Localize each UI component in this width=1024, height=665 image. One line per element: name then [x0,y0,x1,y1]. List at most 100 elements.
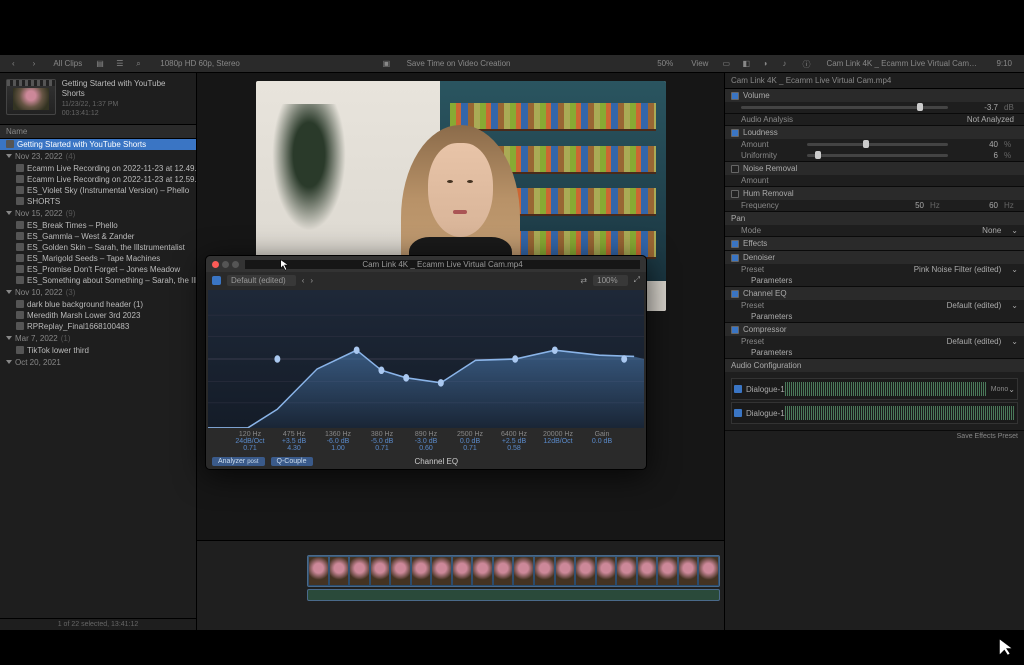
info-icon[interactable]: ⓘ [802,59,812,69]
checkbox-icon[interactable] [731,129,739,137]
eq-band[interactable]: 120 Hz24dB/Oct0.71 [230,431,270,452]
compare-icon[interactable]: ⇄ [580,276,587,285]
display-icon[interactable]: ▭ [722,59,732,69]
tree-date-group[interactable]: Nov 15, 2022 (9) [0,207,196,220]
chevron-down-icon[interactable]: ⌄ [1011,337,1018,346]
eq-band[interactable]: 890 Hz-3.0 dB0.60 [406,431,446,452]
eq-scale-dropdown[interactable]: 100% [593,275,627,286]
freq-50[interactable]: 50 [880,201,924,210]
eq-graph[interactable] [208,290,644,428]
tree-item[interactable]: Ecamm Live Recording on 2022-11-23 at 12… [0,163,196,174]
fwd-icon[interactable]: › [29,58,40,69]
audio-track[interactable] [307,589,720,601]
tree-item[interactable]: SHORTS [0,196,196,207]
tree-item[interactable]: ES_Something about Something – Sarah, th… [0,275,196,286]
checkbox-icon[interactable] [734,385,742,393]
timeline[interactable] [197,540,724,630]
tree-item[interactable]: ES_Violet Sky (Instrumental Version) – P… [0,185,196,196]
volume-section[interactable]: Volume [725,89,1024,102]
params-label[interactable]: Parameters [751,312,792,321]
filmstrip-icon[interactable]: ▤ [96,59,106,69]
close-icon[interactable] [212,261,219,268]
minimize-icon[interactable] [222,261,229,268]
eq-window[interactable]: Cam Link 4K _ Ecamm Live Virtual Cam.mp4… [205,255,647,470]
uniformity-slider[interactable] [807,154,948,157]
preset-value[interactable]: Default (edited) [807,337,1005,346]
freq-60[interactable]: 60 [954,201,998,210]
volume-slider[interactable] [741,106,948,109]
scopes-icon[interactable]: ◧ [742,59,752,69]
checkbox-icon[interactable] [212,276,221,285]
checkbox-icon[interactable] [731,92,739,100]
denoiser-section[interactable]: Denoiser [725,251,1024,264]
eq-gain[interactable]: Gain0.0 dB [582,431,622,452]
search-icon[interactable]: ⌕ [136,59,146,69]
tree-item[interactable]: ES_Promise Don't Forget – Jones Meadow [0,264,196,275]
preset-value[interactable]: Pink Noise Filter (edited) [807,265,1005,274]
save-effects-preset-button[interactable]: Save Effects Preset [725,431,1024,442]
qcouple-button[interactable]: Q-Couple [271,457,313,466]
tree-item[interactable]: ES_Marigold Seeds – Tape Machines [0,253,196,264]
channeleq-section[interactable]: Channel EQ [725,287,1024,300]
list-icon[interactable]: ☰ [116,59,126,69]
audioconf-section[interactable]: Audio Configuration [725,359,1024,372]
all-clips-dropdown[interactable]: All Clips [49,58,86,69]
pan-section[interactable]: Pan [725,212,1024,225]
video-track[interactable] [307,555,720,587]
checkbox-icon[interactable] [731,290,739,298]
expand-icon[interactable]: ⤢ [634,275,640,285]
eq-band[interactable]: 380 Hz-5.0 dB0.71 [362,431,402,452]
eq-band[interactable]: 6400 Hz+2.5 dB0.58 [494,431,534,452]
eq-preset-dropdown[interactable]: Default (edited) [227,275,296,286]
color-icon[interactable]: ◑ [762,59,772,69]
tree-item[interactable]: Getting Started with YouTube Shorts [0,139,196,150]
next-icon[interactable]: › [310,276,313,285]
analyzer-button[interactable]: Analyzer post [212,457,265,466]
tree-item[interactable]: Ecamm Live Recording on 2022-11-23 at 12… [0,174,196,185]
eq-band[interactable]: 1360 Hz-6.0 dB1.00 [318,431,358,452]
eq-band[interactable]: 475 Hz+3.5 dB4.30 [274,431,314,452]
tree-date-group[interactable]: Mar 7, 2022 (1) [0,332,196,345]
tree-item[interactable]: ES_Gammla – West & Zander [0,231,196,242]
eq-band[interactable]: 20000 Hz12dB/Oct [538,431,578,452]
tree-date-group[interactable]: Oct 20, 2021 [0,356,196,369]
noise-section[interactable]: Noise Removal [725,162,1024,175]
amount-slider[interactable] [807,143,948,146]
checkbox-icon[interactable] [731,240,739,248]
tree-item[interactable]: Meredith Marsh Lower 3rd 2023 [0,310,196,321]
audio-lane[interactable]: Dialogue-1Mono⌄ [731,378,1018,400]
mode-value[interactable]: None [807,226,1005,235]
tree-item[interactable]: RPReplay_Final1668100483 [0,321,196,332]
params-label[interactable]: Parameters [751,276,792,285]
chevron-down-icon[interactable]: ⌄ [1011,301,1018,310]
chevron-down-icon[interactable]: ⌄ [1011,265,1018,274]
params-label[interactable]: Parameters [751,348,792,357]
checkbox-icon[interactable] [731,165,739,173]
compressor-section[interactable]: Compressor [725,323,1024,336]
checkbox-icon[interactable] [731,254,739,262]
prev-icon[interactable]: ‹ [302,276,305,285]
checkbox-icon[interactable] [731,326,739,334]
loudness-section[interactable]: Loudness [725,126,1024,139]
tree-item[interactable]: dark blue background header (1) [0,299,196,310]
zoom-icon[interactable] [232,261,239,268]
audio-lane[interactable]: Dialogue-1 [731,402,1018,424]
chevron-down-icon[interactable]: ⌄ [1011,226,1018,235]
checkbox-icon[interactable] [734,409,742,417]
clip-thumbnail[interactable] [6,79,56,115]
library-icon[interactable]: ▣ [383,59,393,69]
back-icon[interactable]: ‹ [8,58,19,69]
tree-date-group[interactable]: Nov 10, 2022 (3) [0,286,196,299]
chevron-down-icon[interactable]: ⌄ [1008,385,1015,394]
tree-item[interactable]: ES_Golden Skin – Sarah, the Illstrumenta… [0,242,196,253]
effects-section[interactable]: Effects [725,237,1024,250]
audio-icon[interactable]: ♪ [782,59,792,69]
eq-titlebar[interactable]: Cam Link 4K _ Ecamm Live Virtual Cam.mp4 [206,256,646,272]
tree-item[interactable]: TikTok lower third [0,345,196,356]
zoom-label[interactable]: 50% [653,58,677,69]
tree-item[interactable]: ES_Break Times – Phello [0,220,196,231]
hum-section[interactable]: Hum Removal [725,187,1024,200]
tree-date-group[interactable]: Nov 23, 2022 (4) [0,150,196,163]
checkbox-icon[interactable] [731,190,739,198]
preset-value[interactable]: Default (edited) [807,301,1005,310]
